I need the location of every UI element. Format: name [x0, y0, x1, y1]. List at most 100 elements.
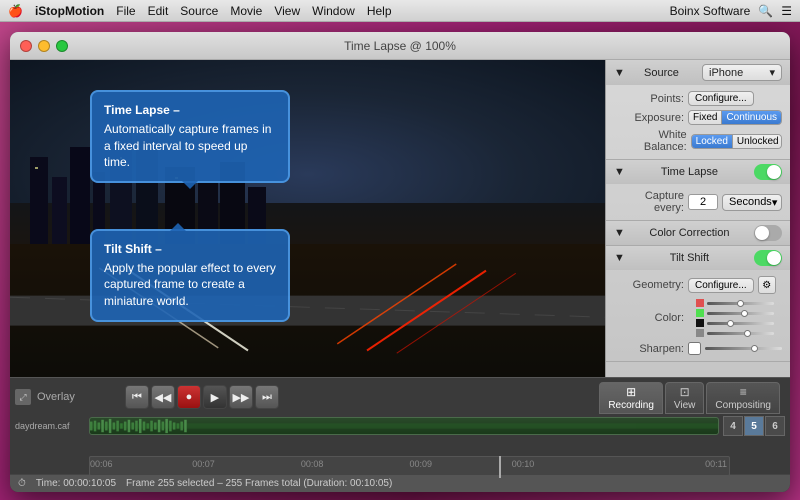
- tooltip-timelapse: Time Lapse – Automatically capture frame…: [90, 90, 290, 183]
- compositing-tab[interactable]: ≡ Compositing: [706, 382, 780, 414]
- title-bar: Time Lapse @ 100%: [10, 32, 790, 60]
- timelapse-toggle-knob: [767, 165, 781, 179]
- tiltshift-toggle[interactable]: [754, 250, 782, 266]
- menu-edit[interactable]: Edit: [148, 4, 169, 18]
- overlay-label: Overlay: [37, 391, 75, 403]
- sharpen-slider[interactable]: [705, 347, 782, 350]
- transport-tabs: ⊞ Recording ⊡ View ≡ Compositing: [594, 380, 785, 414]
- playhead[interactable]: [499, 456, 501, 478]
- exposure-continuous-btn[interactable]: Continuous: [722, 111, 781, 124]
- maximize-button[interactable]: [56, 40, 68, 52]
- red-slider[interactable]: [707, 302, 774, 305]
- menu-source[interactable]: Source: [180, 4, 218, 18]
- wb-unlocked-btn[interactable]: Unlocked: [733, 135, 782, 148]
- audio-waveform[interactable]: [89, 417, 719, 435]
- frame-4[interactable]: 4: [723, 416, 743, 436]
- gear-icon[interactable]: ⚙: [758, 276, 776, 294]
- color-label: Color:: [614, 312, 684, 324]
- play-button[interactable]: ▶: [203, 385, 227, 409]
- window-title: Time Lapse @ 100%: [344, 39, 456, 53]
- green-swatch: [696, 309, 704, 317]
- capture-value-input[interactable]: [688, 194, 718, 210]
- wb-locked-btn[interactable]: Locked: [692, 135, 733, 148]
- capture-unit-dropdown[interactable]: Seconds ▾: [722, 194, 782, 211]
- skip-back-button[interactable]: ⏮: [125, 385, 149, 409]
- view-icon: ⊡: [680, 385, 690, 399]
- recording-icon: ⊞: [626, 385, 636, 399]
- tiltshift-toggle-knob: [767, 251, 781, 265]
- colorcorrection-section: ▼ Color Correction: [606, 221, 790, 246]
- search-icon[interactable]: 🔍: [758, 4, 773, 18]
- compositing-icon: ≡: [740, 385, 747, 399]
- source-header[interactable]: ▼ Source iPhone ▾: [606, 60, 790, 85]
- expand-button[interactable]: ⤢: [15, 389, 31, 405]
- source-section: ▼ Source iPhone ▾ Points: Configure... E…: [606, 60, 790, 160]
- waveform-svg: [90, 418, 718, 434]
- green-slider[interactable]: [707, 312, 774, 315]
- red-swatch: [696, 299, 704, 307]
- apple-menu[interactable]: 🍎: [8, 4, 23, 18]
- chevron-down-icon-2: ▾: [772, 196, 778, 209]
- colorcorrection-label: Color Correction: [649, 227, 729, 239]
- status-frame-info: Frame 255 selected – 255 Frames total (D…: [126, 478, 392, 489]
- step-forward-button[interactable]: ▶▶: [229, 385, 253, 409]
- minimize-button[interactable]: [38, 40, 50, 52]
- close-button[interactable]: [20, 40, 32, 52]
- colorcorrection-header[interactable]: ▼ Color Correction: [606, 221, 790, 245]
- tiltshift-header[interactable]: ▼ Tilt Shift: [606, 246, 790, 270]
- app-name[interactable]: iStopMotion: [35, 4, 104, 18]
- source-device-dropdown[interactable]: iPhone ▾: [702, 64, 782, 81]
- recording-tab[interactable]: ⊞ Recording: [599, 382, 663, 414]
- menu-help[interactable]: Help: [367, 4, 392, 18]
- recording-label: Recording: [608, 400, 654, 411]
- grey-slider[interactable]: [707, 332, 774, 335]
- sharpen-checkbox[interactable]: [688, 342, 701, 355]
- view-tab[interactable]: ⊡ View: [665, 382, 705, 414]
- tiltshift-section: ▼ Tilt Shift Geometry: Configure... ⚙ Co…: [606, 246, 790, 362]
- configure-button[interactable]: Configure...: [688, 91, 754, 106]
- geometry-configure-button[interactable]: Configure...: [688, 278, 754, 293]
- source-label: Source: [644, 67, 679, 79]
- dark-slider[interactable]: [707, 322, 774, 325]
- timelapse-header[interactable]: ▼ Time Lapse: [606, 160, 790, 184]
- color-slider-4: [688, 328, 782, 338]
- menu-window[interactable]: Window: [312, 4, 355, 18]
- timelapse-toggle[interactable]: [754, 164, 782, 180]
- color-slider-1: [688, 298, 782, 308]
- exposure-fixed-btn[interactable]: Fixed: [689, 111, 722, 124]
- transport-buttons: ⏮ ◀◀ ● ▶ ▶▶ ⏭: [125, 385, 279, 409]
- time-marker-4: 00:09: [410, 459, 433, 469]
- window-buttons: [20, 40, 68, 52]
- grey-swatch: [696, 329, 704, 337]
- record-button[interactable]: ●: [177, 385, 201, 409]
- colorcorrection-arrow: ▼: [614, 227, 625, 239]
- ruler-bar[interactable]: 00:06 00:07 00:08 00:09 00:10 00:11: [89, 456, 730, 476]
- frame-thumbnails: 4 5 6: [723, 416, 785, 436]
- colorcorrection-toggle[interactable]: [754, 225, 782, 241]
- transport-controls-row: ⤢ Overlay ⏮ ◀◀ ● ▶ ▶▶ ⏭: [15, 385, 279, 409]
- tooltip-timelapse-body: Automatically capture frames in a fixed …: [104, 122, 271, 170]
- menu-file[interactable]: File: [116, 4, 135, 18]
- step-back-button[interactable]: ◀◀: [151, 385, 175, 409]
- timelapse-label: Time Lapse: [661, 166, 718, 178]
- time-marker-6: 00:11: [705, 459, 727, 469]
- list-icon[interactable]: ☰: [781, 4, 792, 18]
- geometry-row: Geometry: Configure... ⚙: [606, 274, 790, 296]
- exposure-row: Exposure: Fixed Continuous: [606, 108, 790, 127]
- skip-forward-button[interactable]: ⏭: [255, 385, 279, 409]
- view-label: View: [674, 400, 696, 411]
- exposure-label: Exposure:: [614, 112, 684, 124]
- time-marker-3: 00:08: [301, 459, 324, 469]
- right-panel: ▼ Source iPhone ▾ Points: Configure... E…: [605, 60, 790, 377]
- boinx-label: Boinx Software: [670, 4, 751, 18]
- menu-view[interactable]: View: [274, 4, 300, 18]
- color-slider-2: [688, 308, 782, 318]
- source-device-value: iPhone: [709, 67, 743, 79]
- menu-movie[interactable]: Movie: [230, 4, 262, 18]
- time-marker-2: 00:07: [192, 459, 215, 469]
- status-timecode: Time: 00:00:10:05: [36, 478, 116, 489]
- track-label: daydream.caf: [15, 421, 85, 431]
- bottom-top-row: ⤢ Overlay ⏮ ◀◀ ● ▶ ▶▶ ⏭ ⊞ Recording ⊡: [10, 378, 790, 416]
- frame-6[interactable]: 6: [765, 416, 785, 436]
- frame-5[interactable]: 5: [744, 416, 764, 436]
